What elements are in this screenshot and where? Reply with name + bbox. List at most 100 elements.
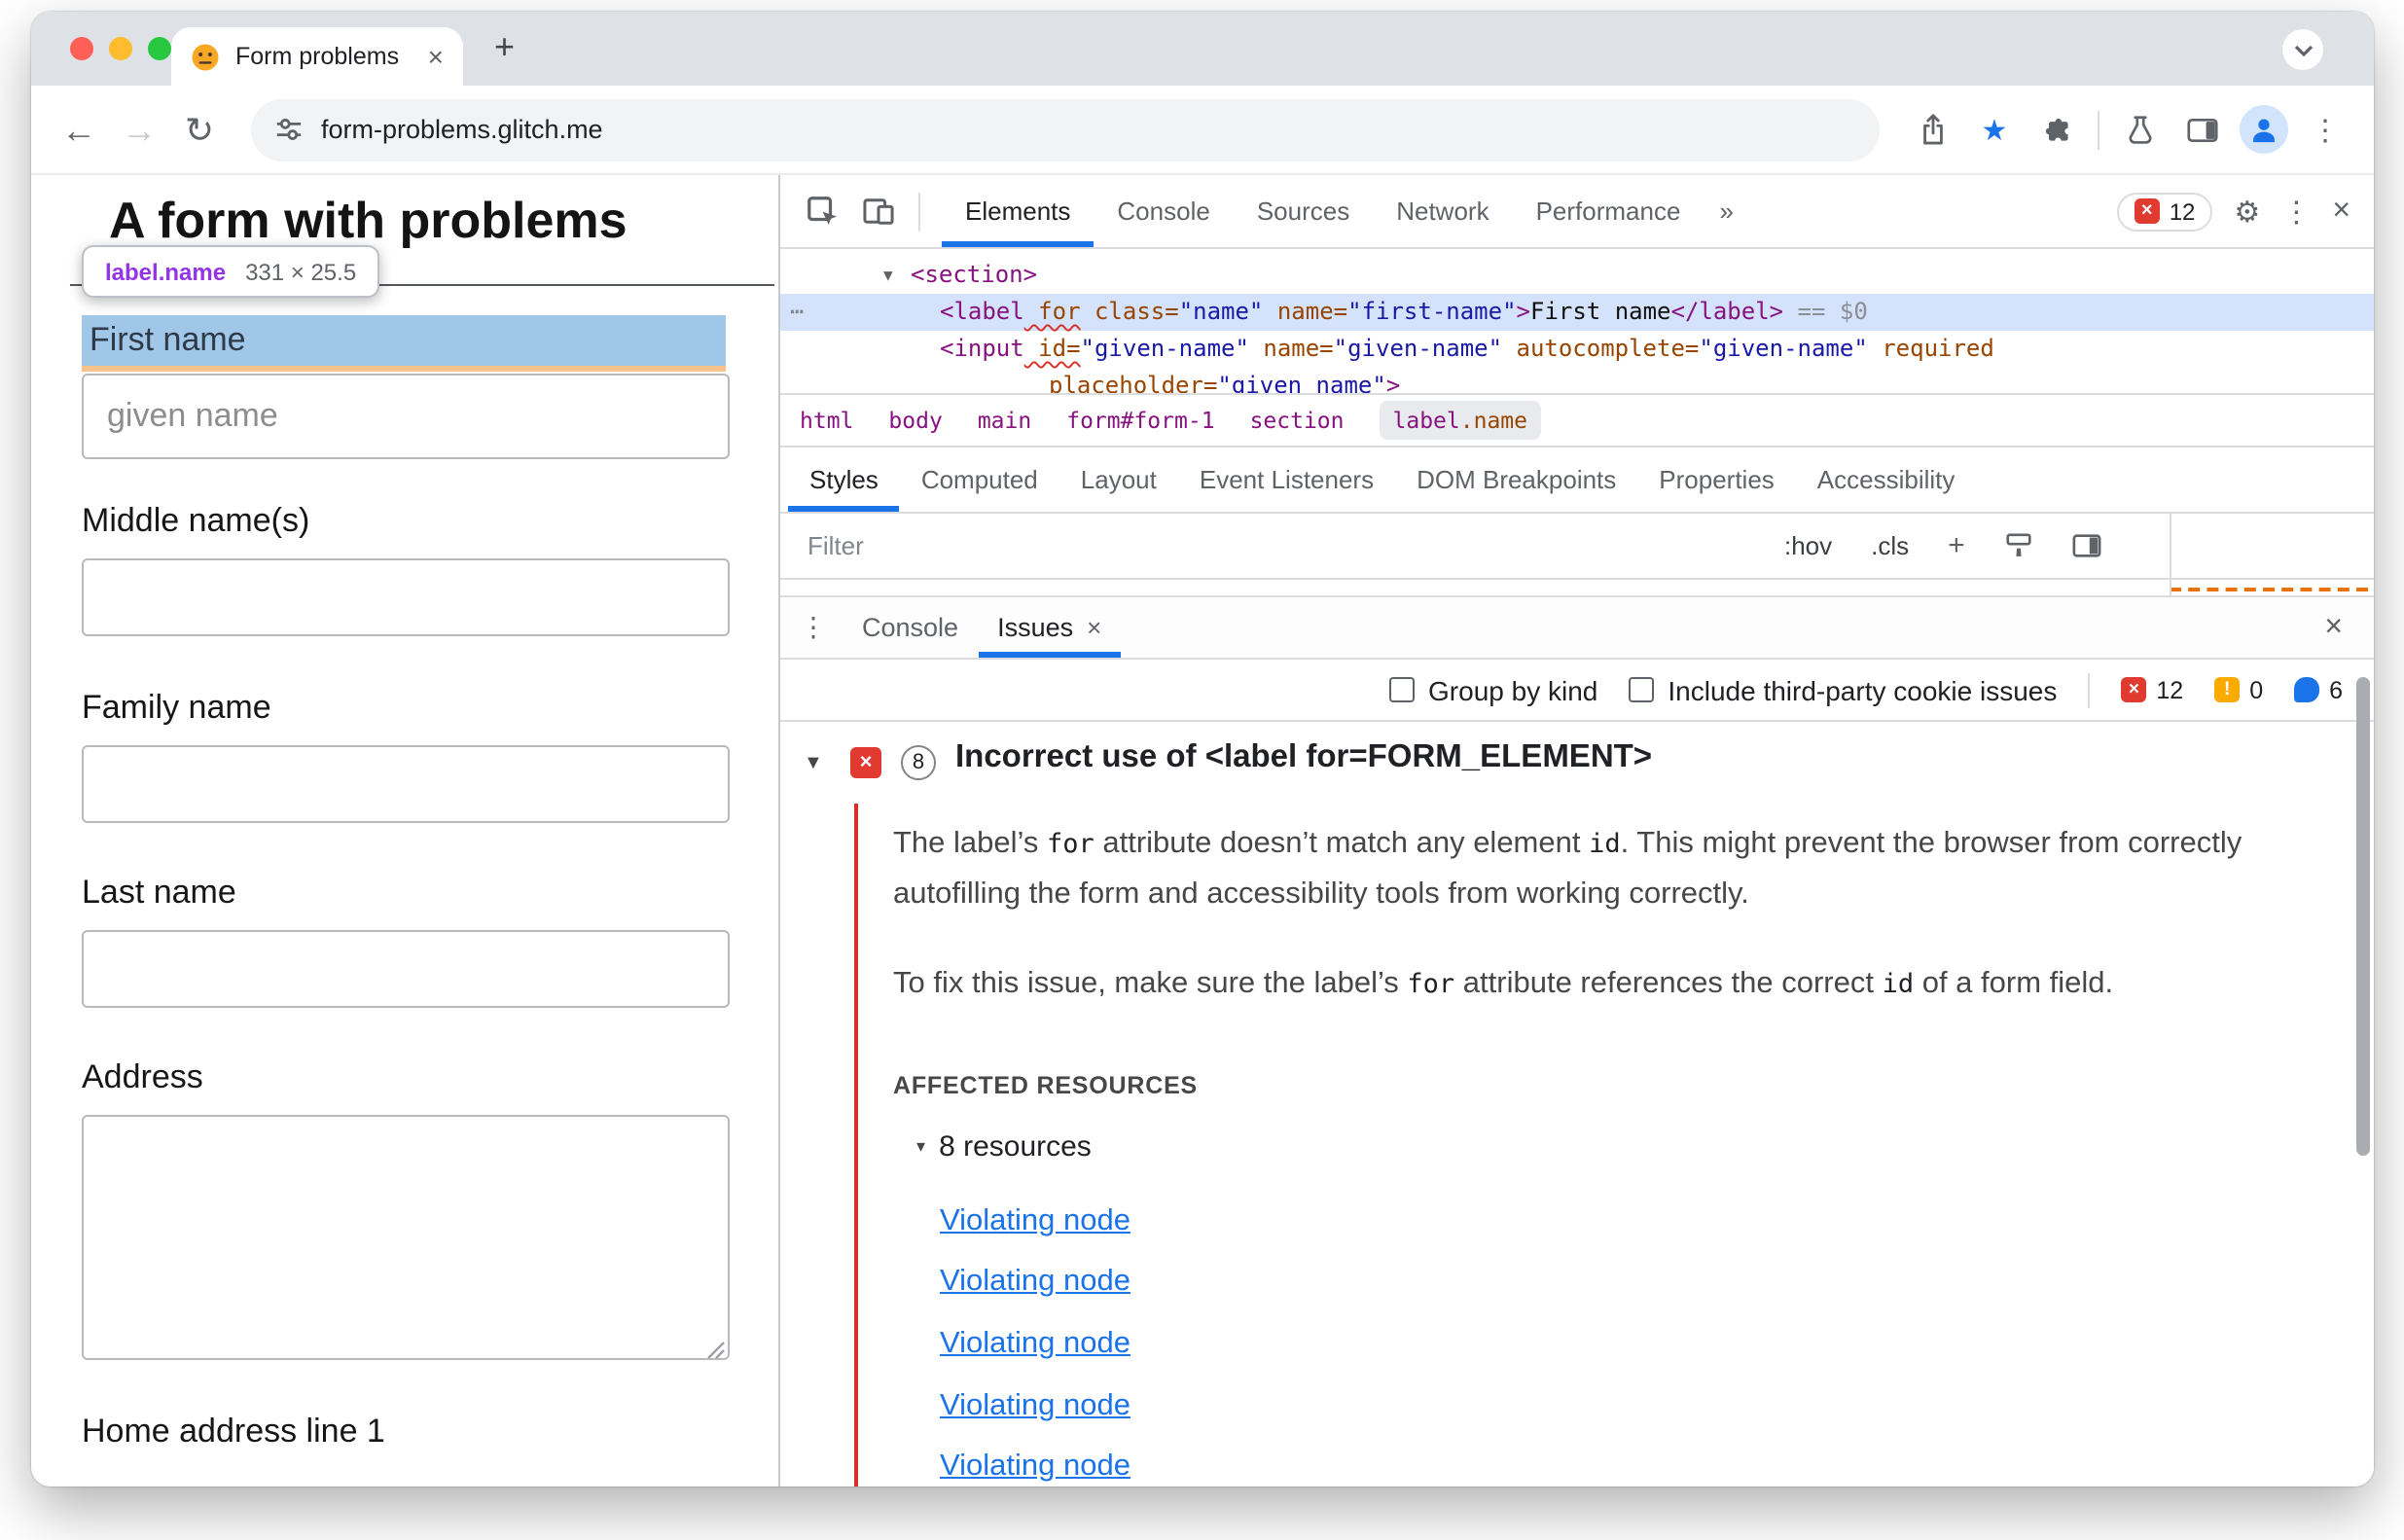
toolbar-divider <box>2088 672 2091 707</box>
rendering-emulation-icon[interactable] <box>2004 531 2033 560</box>
tab-performance[interactable]: Performance <box>1513 175 1704 247</box>
inspect-element-icon[interactable] <box>796 185 848 237</box>
violating-node-link[interactable]: Violating node <box>940 1265 1130 1300</box>
error-counter[interactable]: × 12 <box>2121 676 2183 703</box>
more-tabs-icon[interactable]: » <box>1704 175 1748 247</box>
issues-count-badge[interactable]: × 12 <box>2116 192 2213 231</box>
code-line-input[interactable]: <input id="given-name" name="given-name"… <box>780 331 2374 368</box>
inspect-margin-highlight <box>82 366 726 372</box>
reload-button[interactable]: ↻ <box>175 112 224 147</box>
tab-computed[interactable]: Computed <box>900 448 1059 512</box>
scrollbar-thumb[interactable] <box>2356 677 2370 1156</box>
side-panel-icon[interactable] <box>2177 116 2228 143</box>
resources-toggle[interactable]: ▾ 8 resources <box>916 1130 1092 1164</box>
toggle-element-state-button[interactable]: :hov <box>1784 531 1832 560</box>
bookmark-star-icon[interactable]: ★ <box>1969 112 2020 147</box>
textarea-resize-grip-icon[interactable] <box>704 1335 726 1370</box>
issues-panel: ▼ × 8 Incorrect use of <label for=FORM_E… <box>780 722 2374 1486</box>
checkbox-box[interactable] <box>1389 677 1416 702</box>
third-party-cookie-checkbox[interactable]: Include third-party cookie issues <box>1629 674 2057 705</box>
issue-count-badge: 8 <box>901 745 936 780</box>
tab-network[interactable]: Network <box>1373 175 1512 247</box>
tab-accessibility[interactable]: Accessibility <box>1796 448 1977 512</box>
address-textarea[interactable] <box>82 1115 730 1360</box>
tab-layout[interactable]: Layout <box>1059 448 1178 512</box>
first-name-input[interactable] <box>82 374 730 459</box>
tab-close-icon[interactable]: × <box>428 43 444 70</box>
minimize-window-button[interactable] <box>109 37 132 60</box>
styles-filter-input[interactable]: Filter <box>807 531 864 560</box>
code-line-label-selected[interactable]: ⋯ <label for class="name" name="first-nam… <box>780 294 2374 331</box>
breadcrumb-selected[interactable]: label .name <box>1379 401 1541 440</box>
expand-arrow-icon[interactable]: ▼ <box>883 257 911 294</box>
devtools-panel: Elements Console Sources Network Perform… <box>778 175 2374 1486</box>
issues-toolbar: Group by kind Include third-party cookie… <box>780 660 2374 722</box>
violating-node-link[interactable]: Violating node <box>940 1327 1130 1362</box>
violating-node-link[interactable]: Violating node <box>940 1389 1130 1424</box>
tab-sources[interactable]: Sources <box>1234 175 1373 247</box>
settings-gear-icon[interactable]: ⚙ <box>2234 194 2260 229</box>
fullscreen-window-button[interactable] <box>148 37 171 60</box>
inline-menu-dots-icon[interactable]: ⋯ <box>790 294 804 331</box>
tab-console[interactable]: Console <box>1094 175 1233 247</box>
issues-count: 12 <box>2169 197 2196 225</box>
group-by-kind-checkbox[interactable]: Group by kind <box>1389 674 1597 705</box>
violating-node-link[interactable]: Violating node <box>940 1450 1130 1485</box>
computed-sidebar-toggle-icon[interactable] <box>2072 533 2101 558</box>
warning-counter[interactable]: ! 0 <box>2214 676 2263 703</box>
tab-styles[interactable]: Styles <box>788 448 900 512</box>
breadcrumb-form[interactable]: form#form-1 <box>1066 407 1214 434</box>
tab-drawer-issues[interactable]: Issues × <box>978 597 1121 658</box>
breadcrumb-section[interactable]: section <box>1250 407 1345 434</box>
family-name-input[interactable] <box>82 745 730 823</box>
issue-title[interactable]: Incorrect use of <label for=FORM_ELEMENT… <box>955 739 1652 776</box>
breadcrumb-body[interactable]: body <box>888 407 942 434</box>
share-icon[interactable] <box>1907 113 1957 146</box>
profile-avatar[interactable] <box>2240 105 2288 154</box>
element-classes-button[interactable]: .cls <box>1871 531 1909 560</box>
tab-drawer-console[interactable]: Console <box>843 597 978 658</box>
back-button[interactable]: ← <box>54 112 103 147</box>
url-text: form-problems.glitch.me <box>321 115 603 144</box>
breadcrumb-main[interactable]: main <box>978 407 1031 434</box>
last-name-input[interactable] <box>82 930 730 1008</box>
checkbox-box[interactable] <box>1629 677 1655 702</box>
new-tab-button[interactable]: + <box>494 27 515 68</box>
toolbar-divider <box>2098 110 2099 149</box>
inspect-tooltip: label.name 331 × 25.5 <box>82 245 380 298</box>
violating-node-link[interactable]: Violating node <box>940 1204 1130 1239</box>
devtools-close-icon[interactable]: × <box>2332 195 2350 227</box>
browser-menu-kebab-icon[interactable]: ⋮ <box>2300 112 2350 147</box>
issues-tab-close-icon[interactable]: × <box>1087 613 1101 642</box>
forward-button[interactable]: → <box>115 112 163 147</box>
issue-expand-icon[interactable]: ▼ <box>804 753 823 774</box>
warning-icon: ! <box>2214 677 2241 702</box>
beaker-flask-icon[interactable] <box>2115 114 2166 145</box>
tab-dom-breakpoints[interactable]: DOM Breakpoints <box>1395 448 1637 512</box>
drawer-menu-kebab-icon[interactable]: ⋮ <box>800 597 827 658</box>
middle-name-input[interactable] <box>82 558 730 636</box>
screenshot-stage: Form problems × + ← → ↻ form-problems.gl… <box>0 0 2404 1540</box>
page-title: A form with problems <box>109 191 628 249</box>
breadcrumb: html body main form#form-1 section label… <box>780 393 2374 448</box>
browser-window: Form problems × + ← → ↻ form-problems.gl… <box>31 12 2374 1486</box>
close-window-button[interactable] <box>70 37 93 60</box>
toolbar-divider <box>918 192 920 231</box>
drawer-close-icon[interactable]: × <box>2324 597 2358 658</box>
address-bar[interactable]: form-problems.glitch.me <box>251 98 1880 161</box>
extensions-puzzle-icon[interactable] <box>2031 114 2082 145</box>
device-toolbar-icon[interactable] <box>852 185 905 237</box>
tab-properties[interactable]: Properties <box>1637 448 1796 512</box>
new-style-rule-icon[interactable]: + <box>1948 529 1965 562</box>
code-line-section[interactable]: ▼ <section> <box>780 257 2374 294</box>
site-settings-icon[interactable] <box>274 115 304 144</box>
devtools-menu-kebab-icon[interactable]: ⋮ <box>2281 194 2311 229</box>
tab-event-listeners[interactable]: Event Listeners <box>1178 448 1395 512</box>
tab-elements[interactable]: Elements <box>942 175 1094 247</box>
code-line-input-wrap[interactable]: placeholder="given name"> <box>780 368 2374 393</box>
message-counter[interactable]: 6 <box>2294 676 2343 703</box>
browser-tab[interactable]: Form problems × <box>171 27 463 86</box>
tab-search-chevron-icon[interactable] <box>2282 29 2323 70</box>
address-label: Address <box>82 1058 203 1095</box>
breadcrumb-html[interactable]: html <box>800 407 853 434</box>
